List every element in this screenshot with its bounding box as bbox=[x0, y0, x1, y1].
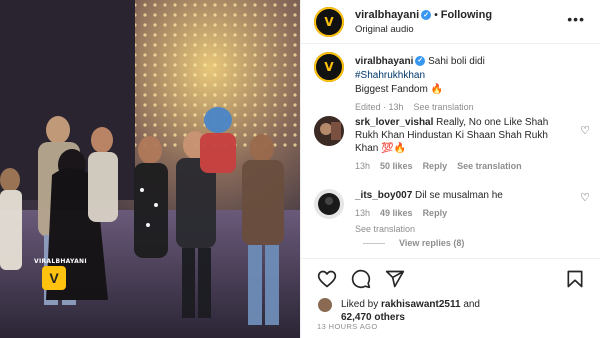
comment-age: 13h bbox=[355, 208, 371, 218]
liker-avatar[interactable] bbox=[317, 297, 333, 313]
share-icon[interactable] bbox=[385, 269, 405, 289]
caption-username[interactable]: viralbhayani bbox=[355, 56, 413, 67]
commenter-username[interactable]: srk_lover_vishal bbox=[355, 117, 433, 128]
post-timestamp[interactable]: 13 HOURS AGO bbox=[317, 322, 378, 331]
comment-text: Dil se musalman he bbox=[415, 190, 503, 201]
author-avatar[interactable]: V bbox=[314, 7, 344, 37]
author-line: viralbhayani ✓ • Following bbox=[355, 9, 492, 21]
commenter-username[interactable]: _its_boy007 bbox=[355, 190, 412, 201]
more-options-icon[interactable]: ••• bbox=[567, 11, 585, 27]
liker-username[interactable]: rakhisawant2511 bbox=[381, 299, 461, 310]
following-button[interactable]: Following bbox=[441, 9, 492, 21]
fire-emoji-icon: 🔥 bbox=[430, 84, 444, 95]
hashtag-link[interactable]: #Shahrukhkhan bbox=[355, 70, 425, 81]
liked-by-connector: and bbox=[463, 299, 480, 310]
caption-text-line1: Sahi boli didi bbox=[428, 56, 485, 67]
comment-likes[interactable]: 49 likes bbox=[380, 208, 413, 218]
author-username[interactable]: viralbhayani bbox=[355, 9, 419, 21]
caption-text-line3: Biggest Fandom bbox=[355, 84, 428, 95]
post-media[interactable]: VIRALBHAYANI V bbox=[0, 0, 300, 338]
video-watermark: VIRALBHAYANI V bbox=[34, 258, 87, 290]
audio-link[interactable]: Original audio bbox=[355, 24, 414, 35]
verified-badge-icon: ✓ bbox=[421, 10, 432, 21]
watermark-text: VIRALBHAYANI bbox=[34, 258, 87, 265]
comment-like-heart-icon[interactable]: ♡ bbox=[580, 191, 590, 204]
like-heart-icon[interactable] bbox=[317, 269, 337, 289]
post-panel: V viralbhayani ✓ • Following Original audio… bbox=[300, 0, 600, 338]
comment-like-heart-icon[interactable]: ♡ bbox=[580, 124, 590, 137]
comment-see-translation[interactable]: See translation bbox=[355, 223, 570, 236]
reply-button[interactable]: Reply bbox=[423, 208, 448, 218]
verified-badge-icon: ✓ bbox=[415, 56, 426, 67]
comment-see-translation[interactable]: See translation bbox=[457, 161, 522, 171]
separator-dot: • bbox=[434, 10, 438, 21]
comment-likes[interactable]: 50 likes bbox=[380, 161, 413, 171]
commenter-avatar[interactable] bbox=[314, 116, 344, 146]
commenter-avatar[interactable] bbox=[314, 189, 344, 219]
view-replies-link[interactable]: View replies (8) bbox=[363, 238, 464, 248]
likes-summary: Liked by rakhisawant2511 and 62,470 othe… bbox=[341, 298, 480, 324]
comment-icon[interactable] bbox=[351, 269, 371, 289]
watermark-logo: V bbox=[42, 266, 66, 290]
bookmark-icon[interactable] bbox=[565, 269, 585, 289]
caption-avatar[interactable]: V bbox=[314, 52, 344, 82]
caption-see-translation[interactable]: See translation bbox=[414, 102, 474, 112]
post-header: V viralbhayani ✓ • Following Original audio… bbox=[301, 0, 600, 44]
replies-divider bbox=[363, 243, 385, 245]
liked-by-prefix: Liked by bbox=[341, 299, 379, 310]
edited-label: Edited · 13h bbox=[355, 102, 404, 112]
reply-button[interactable]: Reply bbox=[423, 161, 448, 171]
hundred-fire-emoji-icon: 💯🔥 bbox=[381, 143, 407, 154]
comment-age: 13h bbox=[355, 161, 371, 171]
